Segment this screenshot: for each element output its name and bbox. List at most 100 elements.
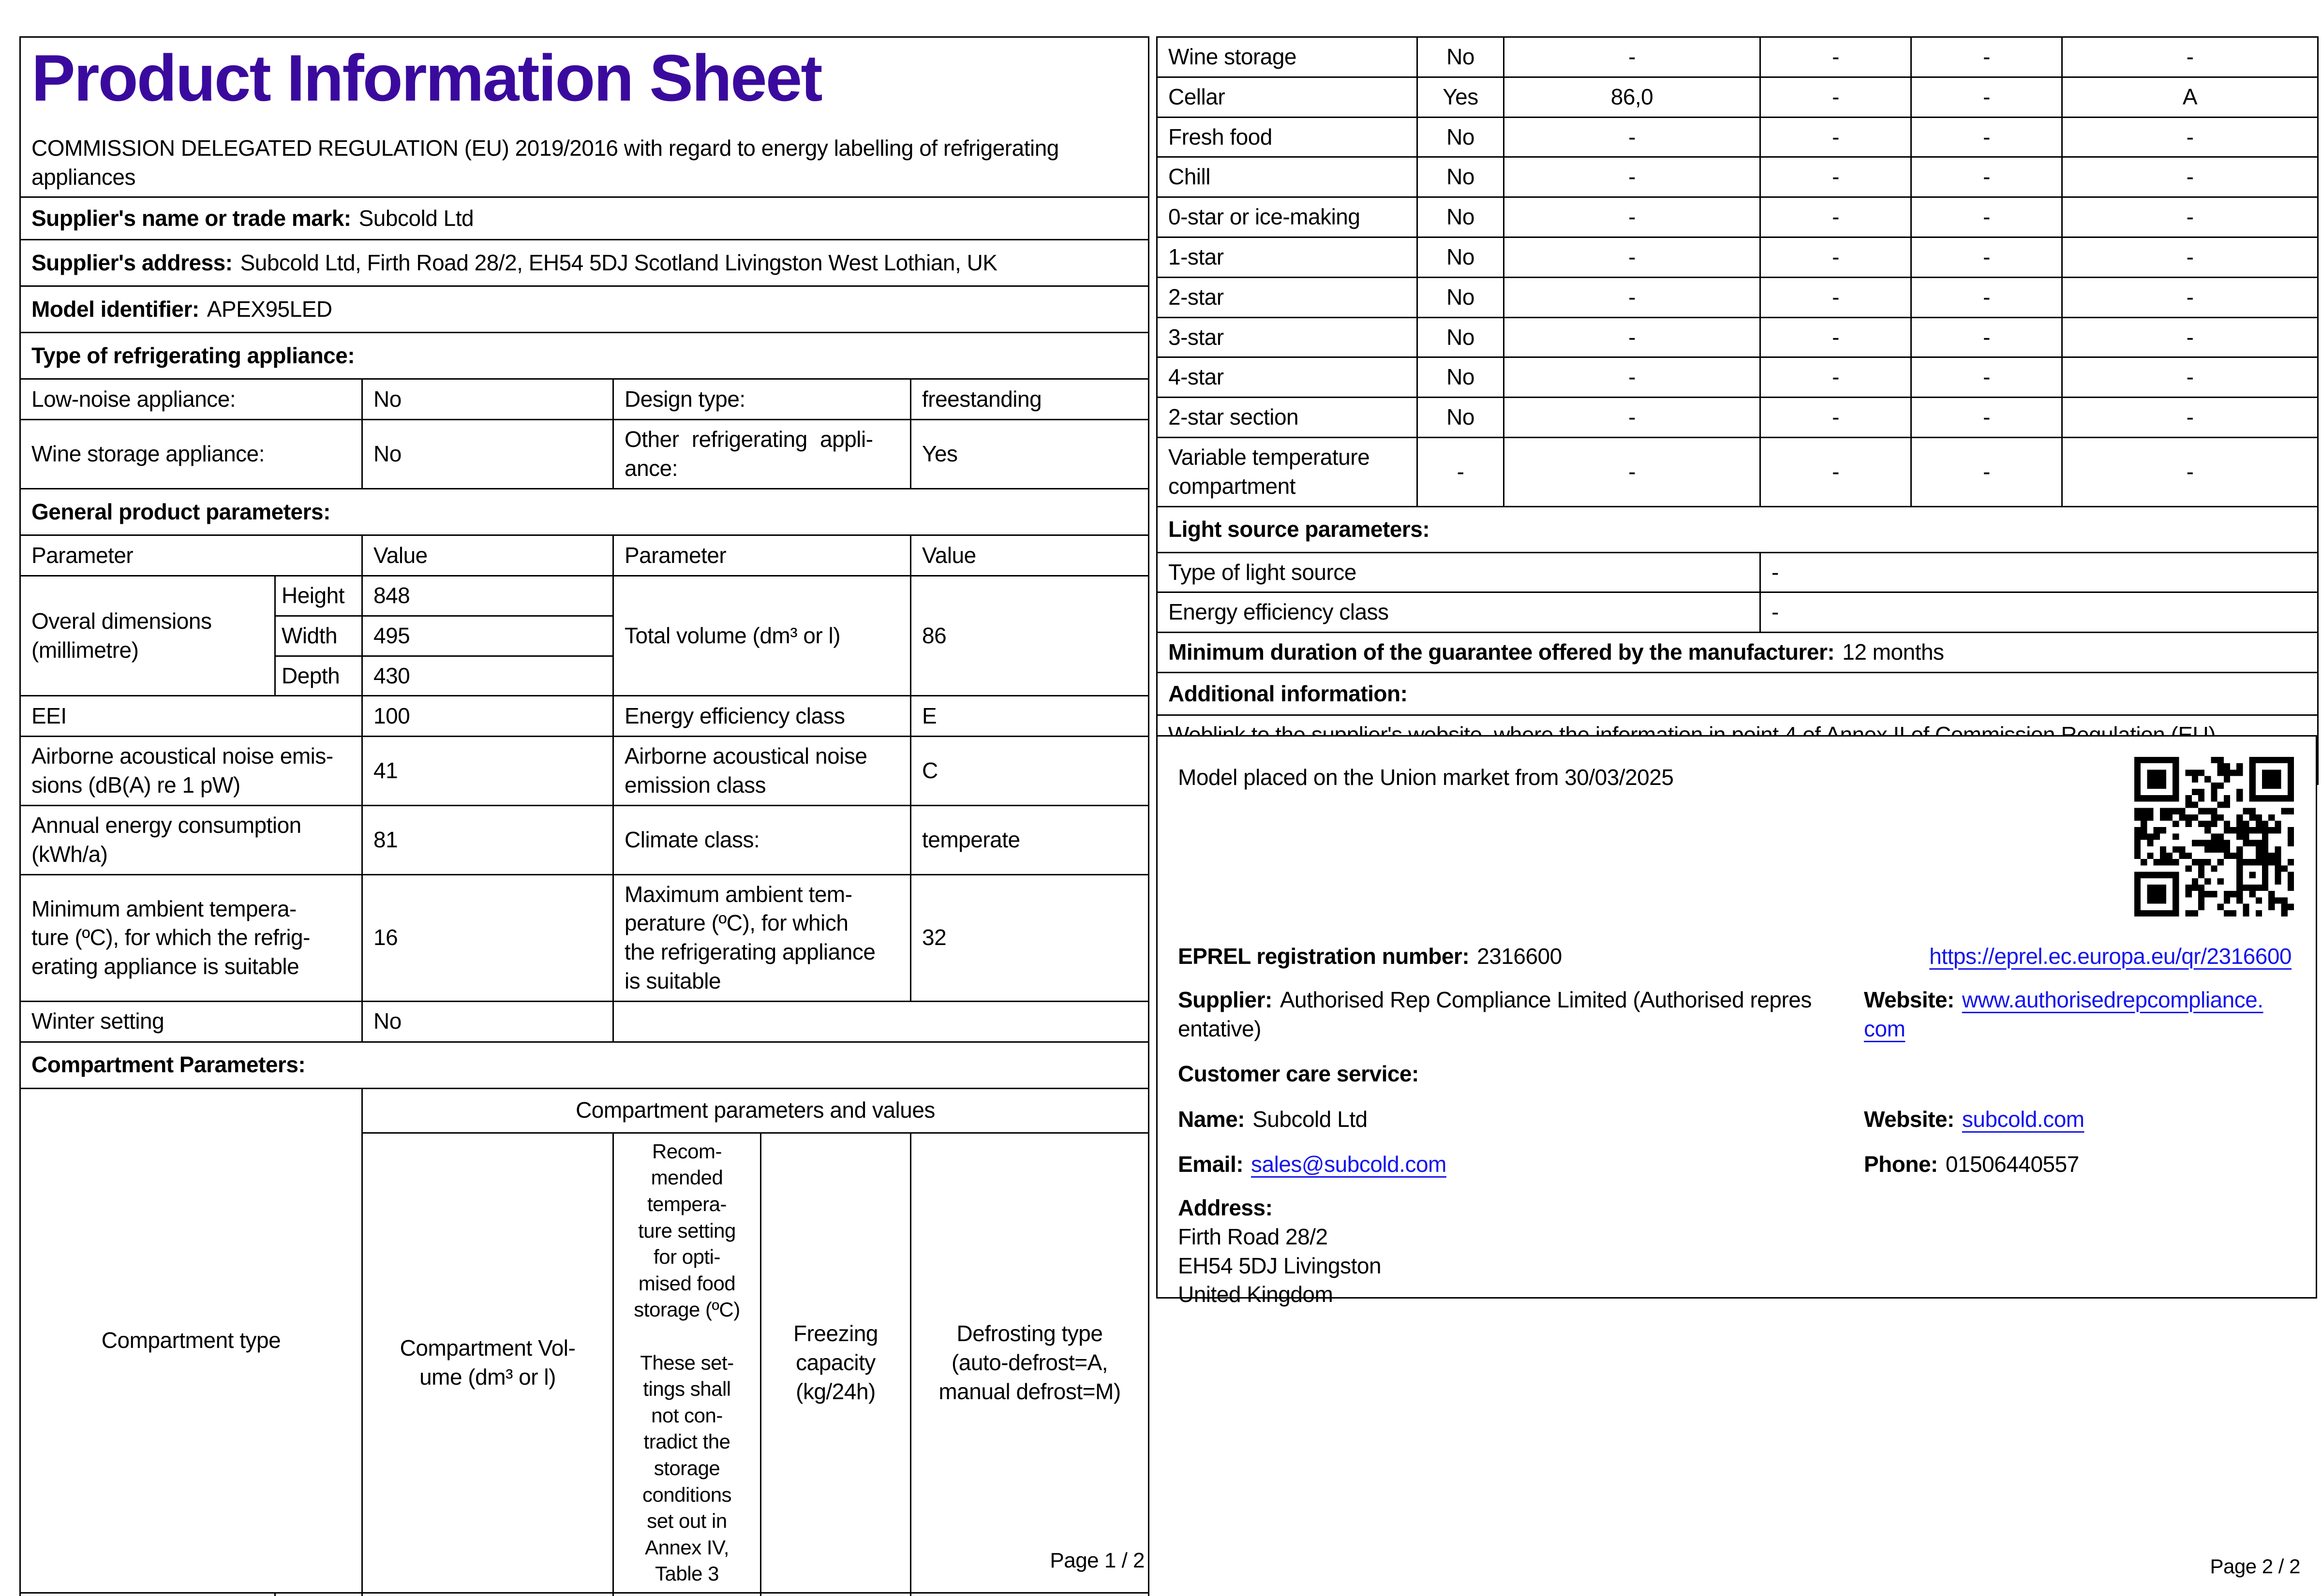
- compartment-present: No: [1416, 316, 1504, 358]
- type-section-header: Type of refrigerating appliance:: [19, 332, 1149, 380]
- compartment-volume: -: [1503, 356, 1761, 399]
- pantry-volume: -: [361, 1592, 614, 1596]
- supplier-address-label: Supplier's address:: [31, 250, 233, 276]
- pantry-temp: -: [612, 1592, 761, 1596]
- compartment-present: No: [1416, 116, 1504, 158]
- light-type-value: -: [1759, 551, 2319, 593]
- compartment-label: 2-star: [1156, 276, 1418, 318]
- other-appliance-value: Yes: [910, 419, 1149, 490]
- table-row: 2-star No - - - -: [1156, 276, 2319, 318]
- compartment-present: No: [1416, 36, 1504, 78]
- eei-value: 100: [361, 695, 614, 738]
- address-lines: Firth Road 28/2 EH54 5DJ Livingston Unit…: [1178, 1224, 1382, 1307]
- energy-class-value: E: [910, 695, 1149, 738]
- light-class-label: Energy efficiency class: [1156, 591, 1761, 634]
- eprel-label: EPREL registration number:: [1178, 944, 1470, 969]
- compartment-defrost: -: [2061, 436, 2319, 507]
- eei-label: EEI: [19, 695, 363, 738]
- noise-label: Airborne acoustical noise emis- sions (d…: [19, 736, 363, 807]
- compartment-defrost: -: [2061, 196, 2319, 238]
- compartment-temp: -: [1759, 436, 1912, 507]
- compartment-present: No: [1416, 397, 1504, 438]
- compartment-temp: -: [1759, 316, 1912, 358]
- winter-setting-label: Winter setting: [19, 1000, 363, 1043]
- compartment-volume: -: [1503, 116, 1761, 158]
- compartment-label: 0-star or ice-making: [1156, 196, 1418, 238]
- table-row: Variable temperature compartment - - - -…: [1156, 436, 2319, 507]
- address-label: Address:: [1178, 1195, 1273, 1220]
- height-label: Height: [274, 575, 363, 617]
- column-header-parameter: Parameter: [19, 534, 363, 577]
- compartment-continuation-table: Wine storage No - - - - Cellar Yes 86,0 …: [1156, 36, 2319, 785]
- compartment-temp: -: [1759, 236, 1912, 278]
- model-identifier-label: Model identifier:: [31, 296, 199, 322]
- column-header-value: Value: [361, 534, 614, 577]
- care-website: Website: subcold.com: [1864, 1105, 2084, 1134]
- pantry-row: Pantry No - - - -: [19, 1592, 1149, 1596]
- general-section-header: General product parameters:: [19, 488, 1149, 536]
- compartment-present: No: [1416, 236, 1504, 278]
- compartment-values-header: Compartment parameters and values: [361, 1087, 1149, 1134]
- width-value: 495: [361, 615, 614, 657]
- page-title: Product Information Sheet: [31, 41, 823, 115]
- energy-consumption-label: Annual energy consumption (kWh/a): [19, 805, 363, 875]
- compartment-freezing: -: [1910, 236, 2063, 278]
- compartment-defrost: -: [2061, 236, 2319, 278]
- care-website-link[interactable]: subcold.com: [1962, 1107, 2084, 1132]
- supplier-address-value: Subcold Ltd, Firth Road 28/2, EH54 5DJ S…: [240, 250, 997, 276]
- width-label: Width: [274, 615, 363, 657]
- compartment-freezing: -: [1910, 436, 2063, 507]
- table-row: Wine storage No - - - -: [1156, 36, 2319, 78]
- email-link[interactable]: sales@subcold.com: [1251, 1152, 1446, 1177]
- empty-cell: [612, 1000, 1149, 1043]
- compartment-defrost: -: [2061, 116, 2319, 158]
- compartment-temp: -: [1759, 276, 1912, 318]
- compartment-label: Cellar: [1156, 76, 1418, 118]
- compartment-temp: -: [1759, 356, 1912, 399]
- min-ambient-value: 16: [361, 873, 614, 1002]
- compartment-temp: -: [1759, 397, 1912, 438]
- product-info-sheet-table: Product Information Sheet COMMISSION DEL…: [19, 36, 1149, 1596]
- compartment-label: 3-star: [1156, 316, 1418, 358]
- care-email: Email: sales@subcold.com: [1178, 1150, 1446, 1179]
- compartment-freezing: -: [1910, 397, 2063, 438]
- compartment-present: No: [1416, 276, 1504, 318]
- regulation-subtitle: COMMISSION DELEGATED REGULATION (EU) 201…: [31, 135, 1059, 190]
- winter-setting-value: No: [361, 1000, 614, 1043]
- compartment-volume: -: [1503, 196, 1761, 238]
- compartment-freezing: -: [1910, 36, 2063, 78]
- customer-care-header: Customer care service:: [1178, 1061, 1419, 1086]
- compartment-volume: -: [1503, 276, 1761, 318]
- compartment-freezing: -: [1910, 156, 2063, 198]
- phone-value: 01506440557: [1945, 1152, 2079, 1177]
- guarantee-value: 12 months: [1842, 639, 1944, 665]
- low-noise-value: No: [361, 378, 614, 421]
- compartment-volume: -: [1503, 236, 1761, 278]
- document-canvas: Product Information Sheet COMMISSION DEL…: [0, 0, 2322, 1596]
- table-row: 4-star No - - - -: [1156, 356, 2319, 399]
- compartment-label: 4-star: [1156, 356, 1418, 399]
- eprel-link[interactable]: https://eprel.ec.europa.eu/qr/2316600: [1929, 942, 2292, 971]
- page-number-1: Page 1 / 2: [1050, 1549, 1145, 1572]
- table-row: 2-star section No - - - -: [1156, 397, 2319, 438]
- compartment-defrost: -: [2061, 316, 2319, 358]
- light-source-section-header: Light source parameters:: [1156, 505, 2319, 553]
- guarantee-label: Minimum duration of the guarantee offere…: [1168, 639, 1835, 665]
- compartment-temp: -: [1759, 76, 1912, 118]
- pantry-freezing: -: [760, 1592, 911, 1596]
- table-row: 0-star or ice-making No - - - -: [1156, 196, 2319, 238]
- compartment-temp: -: [1759, 116, 1912, 158]
- website-label: Website:: [1864, 1107, 1954, 1132]
- compartment-freezing: -: [1910, 116, 2063, 158]
- compartment-section-header: Compartment Parameters:: [19, 1041, 1149, 1089]
- phone-label: Phone:: [1864, 1152, 1938, 1177]
- design-type-value: freestanding: [910, 378, 1149, 421]
- compartment-label: 2-star section: [1156, 397, 1418, 438]
- compartment-freezing: -: [1910, 356, 2063, 399]
- eprel-number: 2316600: [1477, 944, 1562, 969]
- compartment-volume: -: [1503, 156, 1761, 198]
- max-ambient-label: Maximum ambient tem- perature (ºC), for …: [612, 873, 911, 1002]
- name-label: Name:: [1178, 1107, 1245, 1132]
- compartment-defrost: -: [2061, 276, 2319, 318]
- wine-storage-value: No: [361, 419, 614, 490]
